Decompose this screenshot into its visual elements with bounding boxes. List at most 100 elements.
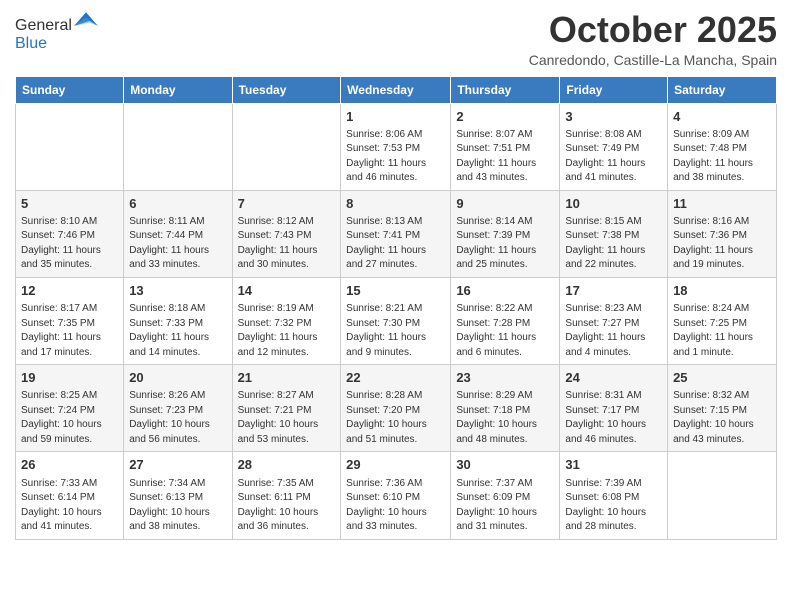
calendar-cell: 25Sunrise: 8:32 AM Sunset: 7:15 PM Dayli… bbox=[668, 365, 777, 452]
calendar-cell: 31 Sunrise: 7:39 AM Sunset: 6:08 PM Dayli… bbox=[560, 452, 668, 539]
day-info: Sunrise: 8:11 AM Sunset: 7:44 PM Dayligh… bbox=[129, 215, 226, 273]
day-info: Sunrise: 8:16 AM Sunset: 7:36 PM Dayligh… bbox=[673, 215, 771, 273]
calendar-cell: 14 Sunrise: 8:19 AM Sunset: 7:32 PM Dayli… bbox=[232, 277, 341, 364]
day-info: Sunrise: 8:21 AM Sunset: 7:30 PM Dayligh… bbox=[346, 302, 445, 360]
logo-general: General bbox=[15, 17, 72, 34]
day-number: 24 bbox=[565, 369, 662, 387]
day-number: 29 bbox=[346, 456, 445, 474]
day-info: Sunrise: 7:39 AM Sunset: 6:08 PM Dayligh… bbox=[565, 477, 662, 535]
day-number: 18 bbox=[673, 282, 771, 300]
calendar-cell: 8 Sunrise: 8:13 AM Sunset: 7:41 PM Daylig… bbox=[341, 190, 451, 277]
calendar-cell: 19Sunrise: 8:25 AM Sunset: 7:24 PM Dayli… bbox=[16, 365, 124, 452]
day-number: 31 bbox=[565, 456, 662, 474]
day-number: 17 bbox=[565, 282, 662, 300]
day-info: Sunrise: 8:31 AM Sunset: 7:17 PM Dayligh… bbox=[565, 389, 662, 447]
day-info: Sunrise: 8:26 AM Sunset: 7:23 PM Dayligh… bbox=[129, 389, 226, 447]
calendar-cell: 7 Sunrise: 8:12 AM Sunset: 7:43 PM Daylig… bbox=[232, 190, 341, 277]
calendar-cell: 23 Sunrise: 8:29 AM Sunset: 7:18 PM Dayli… bbox=[451, 365, 560, 452]
day-number: 16 bbox=[456, 282, 554, 300]
day-info: Sunrise: 8:08 AM Sunset: 7:49 PM Dayligh… bbox=[565, 128, 662, 186]
calendar-week-5: 26Sunrise: 7:33 AM Sunset: 6:14 PM Dayli… bbox=[16, 452, 777, 539]
calendar-cell: 3 Sunrise: 8:08 AM Sunset: 7:49 PM Daylig… bbox=[560, 103, 668, 190]
day-info: Sunrise: 8:18 AM Sunset: 7:33 PM Dayligh… bbox=[129, 302, 226, 360]
calendar-cell: 29 Sunrise: 7:36 AM Sunset: 6:10 PM Dayli… bbox=[341, 452, 451, 539]
day-number: 12 bbox=[21, 282, 118, 300]
calendar-cell: 11Sunrise: 8:16 AM Sunset: 7:36 PM Dayli… bbox=[668, 190, 777, 277]
day-number: 2 bbox=[456, 108, 554, 126]
calendar-cell: 16 Sunrise: 8:22 AM Sunset: 7:28 PM Dayli… bbox=[451, 277, 560, 364]
title-block: October 2025 Canredondo, Castille-La Man… bbox=[529, 10, 777, 68]
day-info: Sunrise: 8:28 AM Sunset: 7:20 PM Dayligh… bbox=[346, 389, 445, 447]
weekday-header-thursday: Thursday bbox=[451, 76, 560, 103]
calendar-cell bbox=[668, 452, 777, 539]
day-number: 15 bbox=[346, 282, 445, 300]
calendar-cell: 13 Sunrise: 8:18 AM Sunset: 7:33 PM Dayli… bbox=[124, 277, 232, 364]
day-number: 5 bbox=[21, 195, 118, 213]
month-title: October 2025 bbox=[529, 10, 777, 50]
calendar-cell: 12 Sunrise: 8:17 AM Sunset: 7:35 PM Dayli… bbox=[16, 277, 124, 364]
calendar-cell bbox=[232, 103, 341, 190]
day-number: 21 bbox=[238, 369, 336, 387]
calendar-header: SundayMondayTuesdayWednesdayThursdayFrid… bbox=[16, 76, 777, 103]
day-number: 3 bbox=[565, 108, 662, 126]
day-number: 23 bbox=[456, 369, 554, 387]
day-info: Sunrise: 8:24 AM Sunset: 7:25 PM Dayligh… bbox=[673, 302, 771, 360]
day-info: Sunrise: 8:19 AM Sunset: 7:32 PM Dayligh… bbox=[238, 302, 336, 360]
logo: General Blue bbox=[15, 14, 98, 53]
logo-blue: Blue bbox=[15, 35, 47, 52]
day-number: 22 bbox=[346, 369, 445, 387]
calendar-week-1: 1 Sunrise: 8:06 AM Sunset: 7:53 PM Daylig… bbox=[16, 103, 777, 190]
calendar-cell: 22 Sunrise: 8:28 AM Sunset: 7:20 PM Dayli… bbox=[341, 365, 451, 452]
day-info: Sunrise: 8:23 AM Sunset: 7:27 PM Dayligh… bbox=[565, 302, 662, 360]
day-number: 9 bbox=[456, 195, 554, 213]
day-info: Sunrise: 8:09 AM Sunset: 7:48 PM Dayligh… bbox=[673, 128, 771, 186]
day-number: 30 bbox=[456, 456, 554, 474]
calendar-cell: 24 Sunrise: 8:31 AM Sunset: 7:17 PM Dayli… bbox=[560, 365, 668, 452]
calendar-cell: 28 Sunrise: 7:35 AM Sunset: 6:11 PM Dayli… bbox=[232, 452, 341, 539]
day-number: 8 bbox=[346, 195, 445, 213]
calendar-cell: 15 Sunrise: 8:21 AM Sunset: 7:30 PM Dayli… bbox=[341, 277, 451, 364]
calendar-week-4: 19Sunrise: 8:25 AM Sunset: 7:24 PM Dayli… bbox=[16, 365, 777, 452]
calendar-cell: 2Sunrise: 8:07 AM Sunset: 7:51 PM Daylig… bbox=[451, 103, 560, 190]
day-info: Sunrise: 7:34 AM Sunset: 6:13 PM Dayligh… bbox=[129, 477, 226, 535]
day-number: 28 bbox=[238, 456, 336, 474]
day-info: Sunrise: 8:29 AM Sunset: 7:18 PM Dayligh… bbox=[456, 389, 554, 447]
day-info: Sunrise: 7:37 AM Sunset: 6:09 PM Dayligh… bbox=[456, 477, 554, 535]
calendar-cell: 4Sunrise: 8:09 AM Sunset: 7:48 PM Daylig… bbox=[668, 103, 777, 190]
day-info: Sunrise: 8:12 AM Sunset: 7:43 PM Dayligh… bbox=[238, 215, 336, 273]
logo-bird-icon bbox=[74, 10, 98, 30]
calendar-week-2: 5Sunrise: 8:10 AM Sunset: 7:46 PM Daylig… bbox=[16, 190, 777, 277]
day-number: 1 bbox=[346, 108, 445, 126]
page-header: General Blue October 2025 Canredondo, Ca… bbox=[15, 10, 777, 68]
day-info: Sunrise: 8:17 AM Sunset: 7:35 PM Dayligh… bbox=[21, 302, 118, 360]
day-number: 10 bbox=[565, 195, 662, 213]
day-info: Sunrise: 7:35 AM Sunset: 6:11 PM Dayligh… bbox=[238, 477, 336, 535]
calendar-cell: 30 Sunrise: 7:37 AM Sunset: 6:09 PM Dayli… bbox=[451, 452, 560, 539]
day-info: Sunrise: 7:36 AM Sunset: 6:10 PM Dayligh… bbox=[346, 477, 445, 535]
day-number: 7 bbox=[238, 195, 336, 213]
logo-text: General Blue bbox=[15, 17, 98, 52]
day-number: 6 bbox=[129, 195, 226, 213]
day-info: Sunrise: 8:15 AM Sunset: 7:38 PM Dayligh… bbox=[565, 215, 662, 273]
day-number: 19 bbox=[21, 369, 118, 387]
day-info: Sunrise: 8:06 AM Sunset: 7:53 PM Dayligh… bbox=[346, 128, 445, 186]
calendar-week-3: 12 Sunrise: 8:17 AM Sunset: 7:35 PM Dayli… bbox=[16, 277, 777, 364]
weekday-header-saturday: Saturday bbox=[668, 76, 777, 103]
day-info: Sunrise: 8:22 AM Sunset: 7:28 PM Dayligh… bbox=[456, 302, 554, 360]
calendar-cell bbox=[124, 103, 232, 190]
weekday-header-tuesday: Tuesday bbox=[232, 76, 341, 103]
weekday-header-sunday: Sunday bbox=[16, 76, 124, 103]
calendar-table: SundayMondayTuesdayWednesdayThursdayFrid… bbox=[15, 76, 777, 540]
calendar-cell: 20Sunrise: 8:26 AM Sunset: 7:23 PM Dayli… bbox=[124, 365, 232, 452]
day-number: 14 bbox=[238, 282, 336, 300]
day-number: 27 bbox=[129, 456, 226, 474]
calendar-cell bbox=[16, 103, 124, 190]
calendar-cell: 9Sunrise: 8:14 AM Sunset: 7:39 PM Daylig… bbox=[451, 190, 560, 277]
weekday-header-wednesday: Wednesday bbox=[341, 76, 451, 103]
calendar-cell: 1 Sunrise: 8:06 AM Sunset: 7:53 PM Daylig… bbox=[341, 103, 451, 190]
calendar-cell: 5Sunrise: 8:10 AM Sunset: 7:46 PM Daylig… bbox=[16, 190, 124, 277]
calendar-cell: 26Sunrise: 7:33 AM Sunset: 6:14 PM Dayli… bbox=[16, 452, 124, 539]
day-number: 25 bbox=[673, 369, 771, 387]
day-info: Sunrise: 8:13 AM Sunset: 7:41 PM Dayligh… bbox=[346, 215, 445, 273]
day-number: 13 bbox=[129, 282, 226, 300]
